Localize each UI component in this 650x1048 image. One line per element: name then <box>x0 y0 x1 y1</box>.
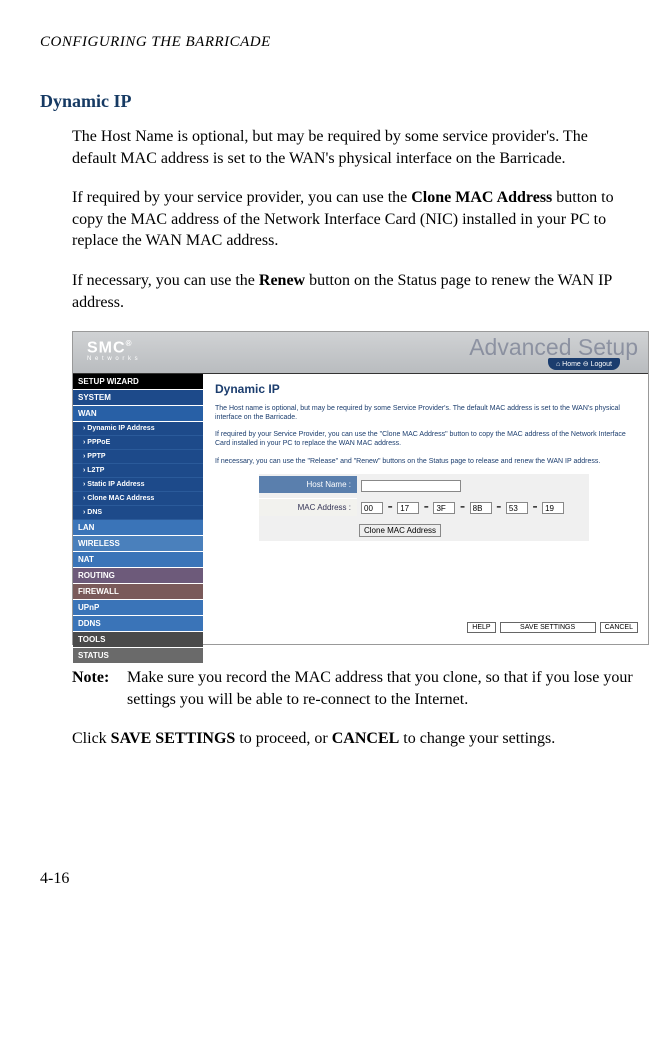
para4-bold1: SAVE SETTINGS <box>111 730 236 747</box>
sidebar-item-tools[interactable]: TOOLS <box>73 632 203 648</box>
save-settings-button[interactable]: SAVE SETTINGS <box>500 622 596 633</box>
running-header: CONFIGURING THE BARRICADE <box>40 34 635 51</box>
cancel-button[interactable]: CANCEL <box>600 622 638 633</box>
sidebar-item-routing[interactable]: ROUTING <box>73 568 203 584</box>
clone-button-row: Clone MAC Address <box>259 518 589 541</box>
sidebar-sub-label: Clone MAC Address <box>87 495 154 502</box>
para4-bold2: CANCEL <box>332 730 400 747</box>
sidebar-sub-dynamic-ip[interactable]: › Dynamic IP Address <box>73 422 203 436</box>
sidebar-item-lan[interactable]: LAN <box>73 520 203 536</box>
paragraph-1: The Host Name is optional, but may be re… <box>72 126 635 169</box>
sidebar-sub-l2tp[interactable]: › L2TP <box>73 464 203 478</box>
mac-input-1[interactable] <box>397 502 419 514</box>
panel-desc-2: If required by your Service Provider, yo… <box>215 430 636 448</box>
para4-a: Click <box>72 730 111 747</box>
clone-mac-button[interactable]: Clone MAC Address <box>359 524 441 537</box>
mac-input-0[interactable] <box>361 502 383 514</box>
macaddress-label: MAC Address : <box>259 498 357 516</box>
para2-a: If required by your service provider, yo… <box>72 189 411 206</box>
mac-input-5[interactable] <box>542 502 564 514</box>
section-heading: Dynamic IP <box>40 91 635 112</box>
sidebar-item-wan[interactable]: WAN <box>73 406 203 422</box>
sidebar-item-wireless[interactable]: WIRELESS <box>73 536 203 552</box>
logo-reg: ® <box>126 339 133 348</box>
note-block: Note: Make sure you record the MAC addre… <box>72 667 635 710</box>
sidebar-sub-label: L2TP <box>87 467 104 474</box>
hostname-label: Host Name : <box>259 476 357 493</box>
sidebar-item-ddns[interactable]: DDNS <box>73 616 203 632</box>
paragraph-3: If necessary, you can use the Renew butt… <box>72 270 635 313</box>
sidebar-sub-label: DNS <box>87 509 102 516</box>
bottom-button-bar: HELP SAVE SETTINGS CANCEL <box>467 622 638 633</box>
sidebar-item-system[interactable]: SYSTEM <box>73 390 203 406</box>
main-panel: Dynamic IP The Host name is optional, bu… <box>203 374 648 645</box>
logo-subtext: N e t w o r k s <box>87 356 139 362</box>
sidebar-sub-static-ip[interactable]: › Static IP Address <box>73 478 203 492</box>
mac-input-2[interactable] <box>433 502 455 514</box>
sidebar-sub-pptp[interactable]: › PPTP <box>73 450 203 464</box>
sidebar-item-status[interactable]: STATUS <box>73 648 203 664</box>
note-label: Note: <box>72 667 127 710</box>
page-number: 4-16 <box>40 870 635 888</box>
screenshot-header: SMC® N e t w o r k s Advanced Setup ⌂ Ho… <box>73 332 648 374</box>
hostname-row: Host Name : <box>259 474 589 496</box>
panel-title: Dynamic IP <box>215 382 636 396</box>
smc-logo: SMC® <box>87 339 132 357</box>
para2-bold: Clone MAC Address <box>411 189 552 206</box>
note-text: Make sure you record the MAC address tha… <box>127 667 635 710</box>
mac-input-4[interactable] <box>506 502 528 514</box>
sidebar-sub-dns[interactable]: › DNS <box>73 506 203 520</box>
panel-desc-3: If necessary, you can use the "Release" … <box>215 457 636 466</box>
sidebar-item-setup-wizard[interactable]: SETUP WIZARD <box>73 374 203 390</box>
para4-b: to proceed, or <box>235 730 331 747</box>
para4-c: to change your settings. <box>399 730 555 747</box>
sidebar-sub-label: PPTP <box>87 453 105 460</box>
advanced-setup-label: Advanced Setup <box>469 334 638 361</box>
paragraph-4: Click SAVE SETTINGS to proceed, or CANCE… <box>72 728 635 750</box>
para3-bold: Renew <box>259 272 305 289</box>
hostname-input[interactable] <box>361 480 461 492</box>
sidebar-item-firewall[interactable]: FIREWALL <box>73 584 203 600</box>
mac-input-3[interactable] <box>470 502 492 514</box>
home-logout-bar[interactable]: ⌂ Home ⊖ Logout <box>548 358 620 370</box>
sidebar-sub-label: Static IP Address <box>87 481 144 488</box>
sidebar-sub-clone-mac[interactable]: › Clone MAC Address <box>73 492 203 506</box>
sidebar-sub-pppoe[interactable]: › PPPoE <box>73 436 203 450</box>
logo-text: SMC <box>87 339 126 356</box>
paragraph-2: If required by your service provider, yo… <box>72 187 635 252</box>
form-area: Host Name : MAC Address : - - - - - <box>259 474 589 541</box>
sidebar-sub-label: PPPoE <box>87 439 110 446</box>
macaddress-row: MAC Address : - - - - - <box>259 496 589 518</box>
sidebar-sub-label: Dynamic IP Address <box>87 425 154 432</box>
help-button[interactable]: HELP <box>467 622 495 633</box>
panel-desc-1: The Host name is optional, but may be re… <box>215 404 636 422</box>
para3-a: If necessary, you can use the <box>72 272 259 289</box>
sidebar-item-upnp[interactable]: UPnP <box>73 600 203 616</box>
sidebar-item-nat[interactable]: NAT <box>73 552 203 568</box>
sidebar: SETUP WIZARD SYSTEM WAN › Dynamic IP Add… <box>73 374 203 645</box>
screenshot-body: SETUP WIZARD SYSTEM WAN › Dynamic IP Add… <box>73 374 648 645</box>
router-admin-screenshot: SMC® N e t w o r k s Advanced Setup ⌂ Ho… <box>72 331 649 645</box>
